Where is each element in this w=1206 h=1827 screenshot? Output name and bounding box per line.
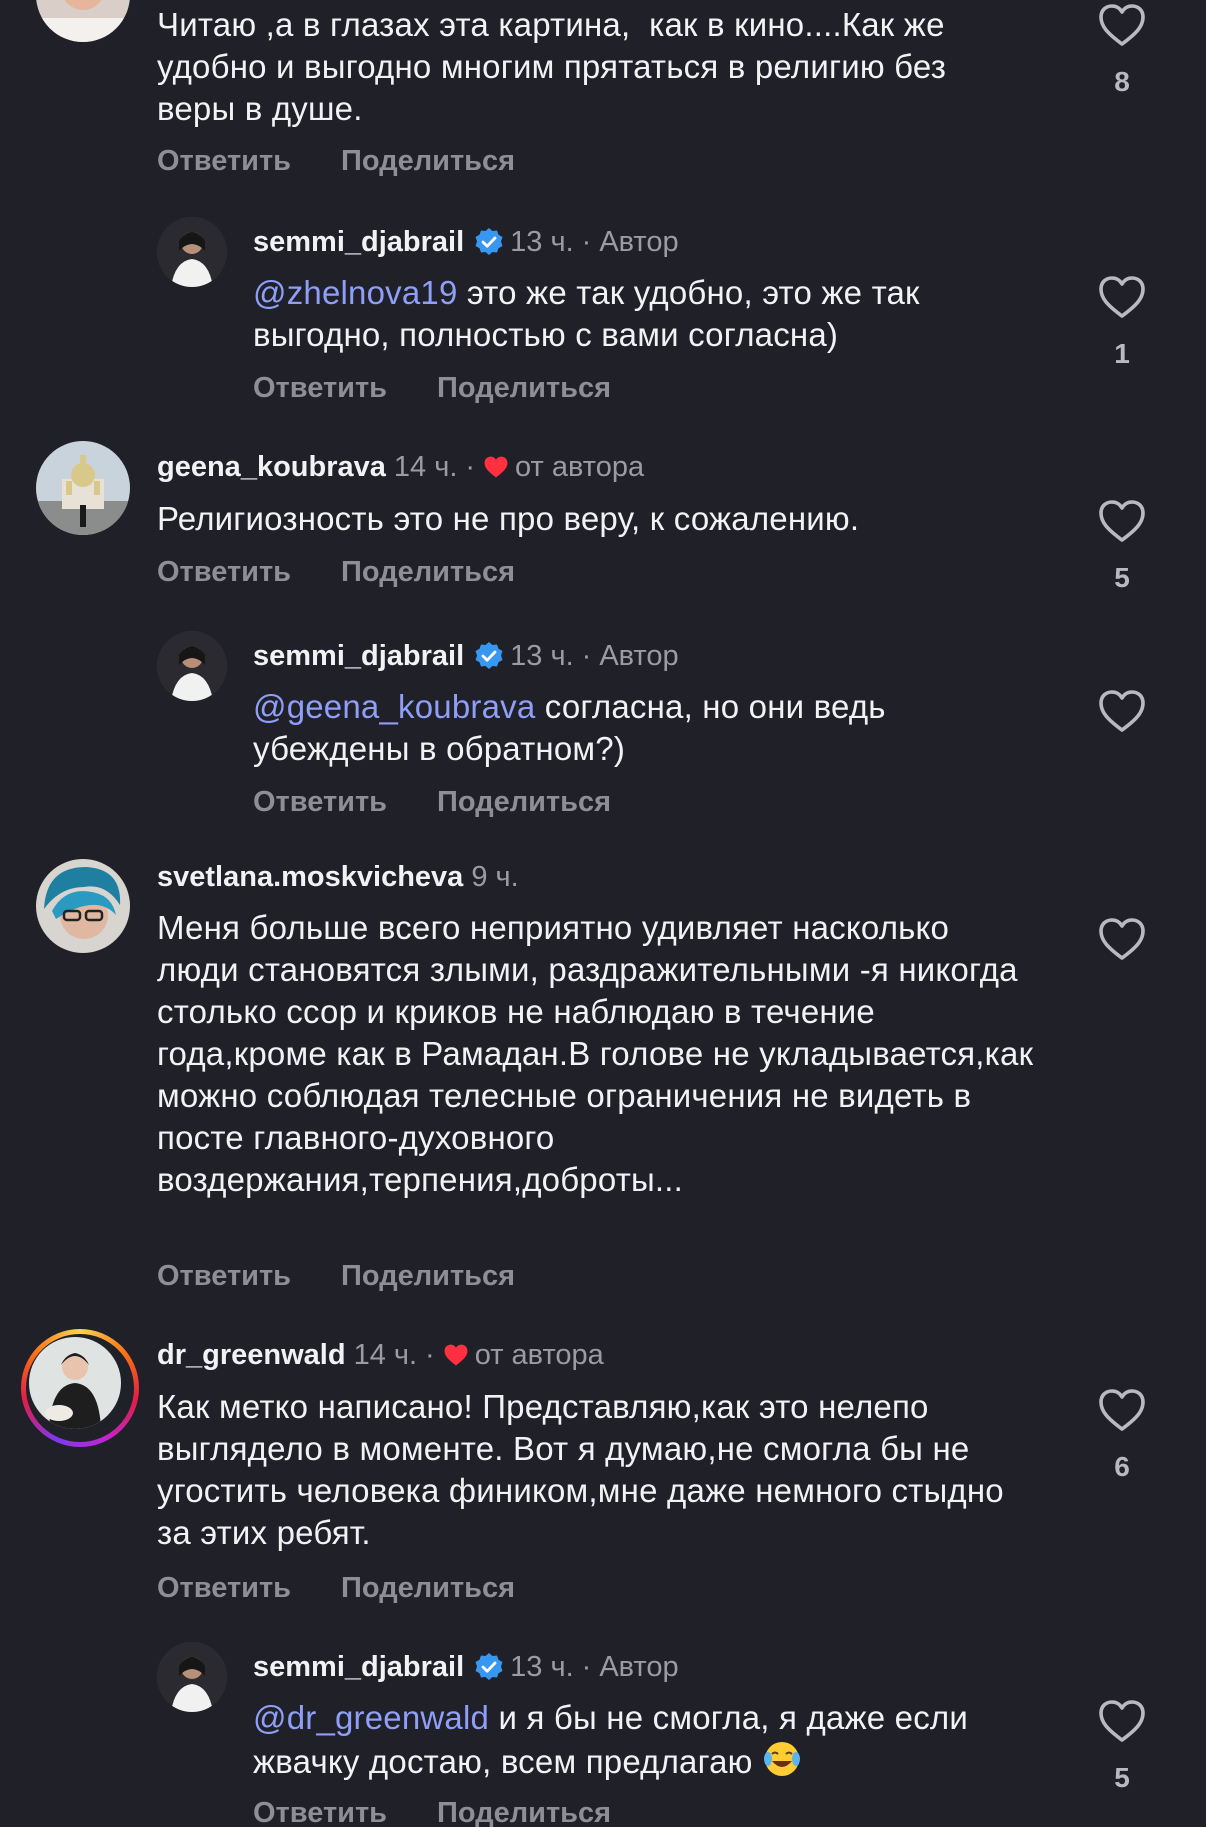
share-button[interactable]: Поделиться [437,1797,611,1827]
username[interactable]: semmi_djabrail [253,640,464,673]
reply-button[interactable]: Ответить [157,1572,291,1605]
comment-actions: Ответить Поделиться [157,1260,515,1293]
username[interactable]: geena_koubrava [157,451,386,484]
like-button[interactable] [1090,688,1154,734]
username[interactable]: dr_greenwald [157,1339,346,1372]
comment-meta: semmi_djabrail 13 ч. · Автор [253,1647,679,1687]
face-with-tears-of-joy-icon [764,1742,800,1776]
timestamp: 13 ч. [510,225,574,258]
comment-meta: dr_greenwald 14 ч. · от автора [157,1335,604,1375]
reply-button[interactable]: Ответить [253,786,387,819]
heart-filled-icon [443,1343,469,1367]
like-count: 5 [1114,562,1130,593]
mention-link[interactable]: @zhelnova19 [253,274,458,311]
avatar[interactable] [157,217,227,287]
heart-filled-icon [483,455,509,479]
comment-text: Религиозность это не про веру, к сожален… [157,500,860,537]
timestamp: 14 ч. [353,1338,418,1371]
avatar[interactable] [36,441,130,535]
avatar[interactable] [29,1337,121,1429]
comment-actions: Ответить Поделиться [157,1572,515,1605]
reply-button[interactable]: Ответить [253,1797,387,1827]
verified-badge-icon [474,641,504,671]
timestamp: 13 ч. [510,639,574,672]
share-button[interactable]: Поделиться [437,786,611,819]
comment-meta: geena_koubrava 14 ч. · от автора [157,447,644,487]
liked-by-author-tag: от автора [474,1338,604,1371]
username[interactable]: semmi_djabrail [253,1651,464,1684]
separator: · [425,1338,435,1371]
separator: · [581,1650,592,1683]
liked-by-author-tag: от автора [515,450,645,483]
separator: · [465,450,476,483]
comment-meta: svetlana.moskvicheva 9 ч. [157,857,519,897]
comment-text: Как метко написано! Представляю,как это … [157,1388,1014,1551]
story-ring[interactable] [21,1329,139,1447]
username[interactable]: semmi_djabrail [253,226,464,259]
heart-outline-icon [1097,1698,1147,1744]
mention-link[interactable]: @dr_greenwald [253,1699,489,1736]
share-button[interactable]: Поделиться [341,556,515,589]
timestamp: 9 ч. [471,860,519,893]
mention-link[interactable]: @geena_koubrava [253,688,535,725]
like-count: 1 [1114,338,1130,369]
comment-text: @geena_koubrava согласна, но они ведь уб… [253,686,1043,770]
comment-meta: semmi_djabrail 13 ч. · Автор [253,636,679,676]
like-button[interactable]: 5 [1090,498,1154,594]
reply-button[interactable]: Ответить [157,1260,291,1293]
share-button[interactable]: Поделиться [437,372,611,405]
like-button[interactable]: 8 [1090,2,1154,98]
reply-button[interactable]: Ответить [157,556,291,589]
share-button[interactable]: Поделиться [341,1260,515,1293]
author-tag: Автор [599,1650,679,1683]
reply-button[interactable]: Ответить [253,372,387,405]
avatar[interactable] [36,859,130,953]
comment-meta: semmi_djabrail 13 ч. · Автор [253,222,679,262]
avatar[interactable] [157,631,227,701]
comment-actions: Ответить Поделиться [253,1797,611,1827]
comment-actions: Ответить Поделиться [157,145,515,178]
like-button[interactable]: 1 [1090,274,1154,370]
like-button[interactable]: 6 [1090,1387,1154,1483]
heart-outline-icon [1097,274,1147,320]
timestamp: 13 ч. [510,1650,574,1683]
like-count: 6 [1114,1451,1130,1482]
heart-outline-icon [1097,1387,1147,1433]
heart-outline-icon [1097,916,1147,962]
like-button[interactable]: 5 [1090,1698,1154,1794]
separator: · [581,225,592,258]
share-button[interactable]: Поделиться [341,1572,515,1605]
comment-actions: Ответить Поделиться [157,556,515,589]
comments-feed: Читаю ,а в глазах эта картина, как в кин… [0,0,1206,1827]
author-tag: Автор [599,639,679,672]
verified-badge-icon [474,227,504,257]
username[interactable]: svetlana.moskvicheva [157,861,463,894]
comment-text: @dr_greenwald и я бы не смогла, я даже е… [253,1697,1043,1783]
comment-text: Меня больше всего неприятно удивляет нас… [157,909,1043,1198]
avatar[interactable] [157,1642,227,1712]
reply-button[interactable]: Ответить [157,145,291,178]
avatar[interactable] [36,0,130,42]
share-button[interactable]: Поделиться [341,145,515,178]
timestamp: 14 ч. [393,450,458,483]
heart-outline-icon [1097,2,1147,48]
comment-text: Читаю ,а в глазах эта картина, как в кин… [157,6,956,127]
like-count: 8 [1114,66,1130,97]
comment-actions: Ответить Поделиться [253,372,611,405]
heart-outline-icon [1097,498,1147,544]
like-count: 5 [1114,1762,1130,1793]
heart-outline-icon [1097,688,1147,734]
comment-text: @zhelnova19 это же так удобно, это же та… [253,272,1043,356]
separator: · [581,639,592,672]
verified-badge-icon [474,1652,504,1682]
like-button[interactable] [1090,916,1154,962]
comment-actions: Ответить Поделиться [253,786,611,819]
author-tag: Автор [599,225,679,258]
